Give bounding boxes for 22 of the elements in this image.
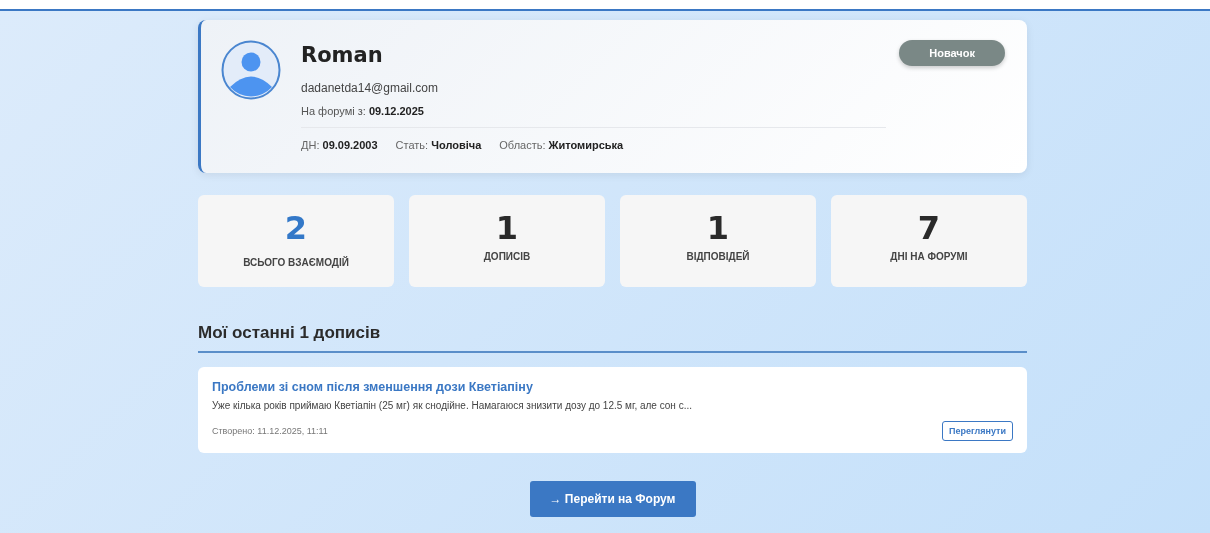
stat-label: ДНІ НА ФОРУМІ — [890, 251, 968, 262]
stat-value: 1 — [495, 209, 519, 247]
profile-detail: Стать: Чоловіча — [395, 139, 482, 151]
user-avatar-icon — [221, 40, 281, 100]
stat-value: 2 — [284, 209, 308, 247]
post-date: Створено: 11.12.2025, 11:11 — [212, 426, 328, 436]
view-button[interactable]: Переглянути — [942, 421, 1013, 441]
profile-detail: ДН: 09.09.2003 — [301, 139, 378, 151]
post-excerpt: Уже кілька років приймаю Кветіапін (25 мг) як снодійне. Намагаюся знизити дозу до 12.5 мг, але сон с... — [212, 400, 693, 411]
join-date: На форумі з: 09.12.2025 — [301, 105, 886, 128]
profile-detail: Область: Житомирська — [499, 139, 624, 151]
stat-value: 1 — [706, 209, 730, 247]
stat-label: ВСЬОГО ВЗАЄМОДІЙ — [243, 257, 349, 268]
stat-value: 7 — [917, 209, 941, 247]
user-email: dadanetda14@gmail.com — [301, 81, 439, 95]
rank-badge: Новачок — [899, 40, 1005, 66]
post-title-link[interactable]: Проблеми зі сном після зменшення дози Кветіапіну — [212, 380, 1013, 394]
forum-button[interactable]: → Перейти на Форум — [529, 481, 696, 517]
stat-label: ДОПИСІВ — [483, 251, 531, 262]
user-name: Roman — [301, 43, 384, 67]
section-title: Мої останні 1 дописів — [198, 323, 1027, 353]
stat-label: ВІДПОВІДЕЙ — [686, 251, 750, 262]
